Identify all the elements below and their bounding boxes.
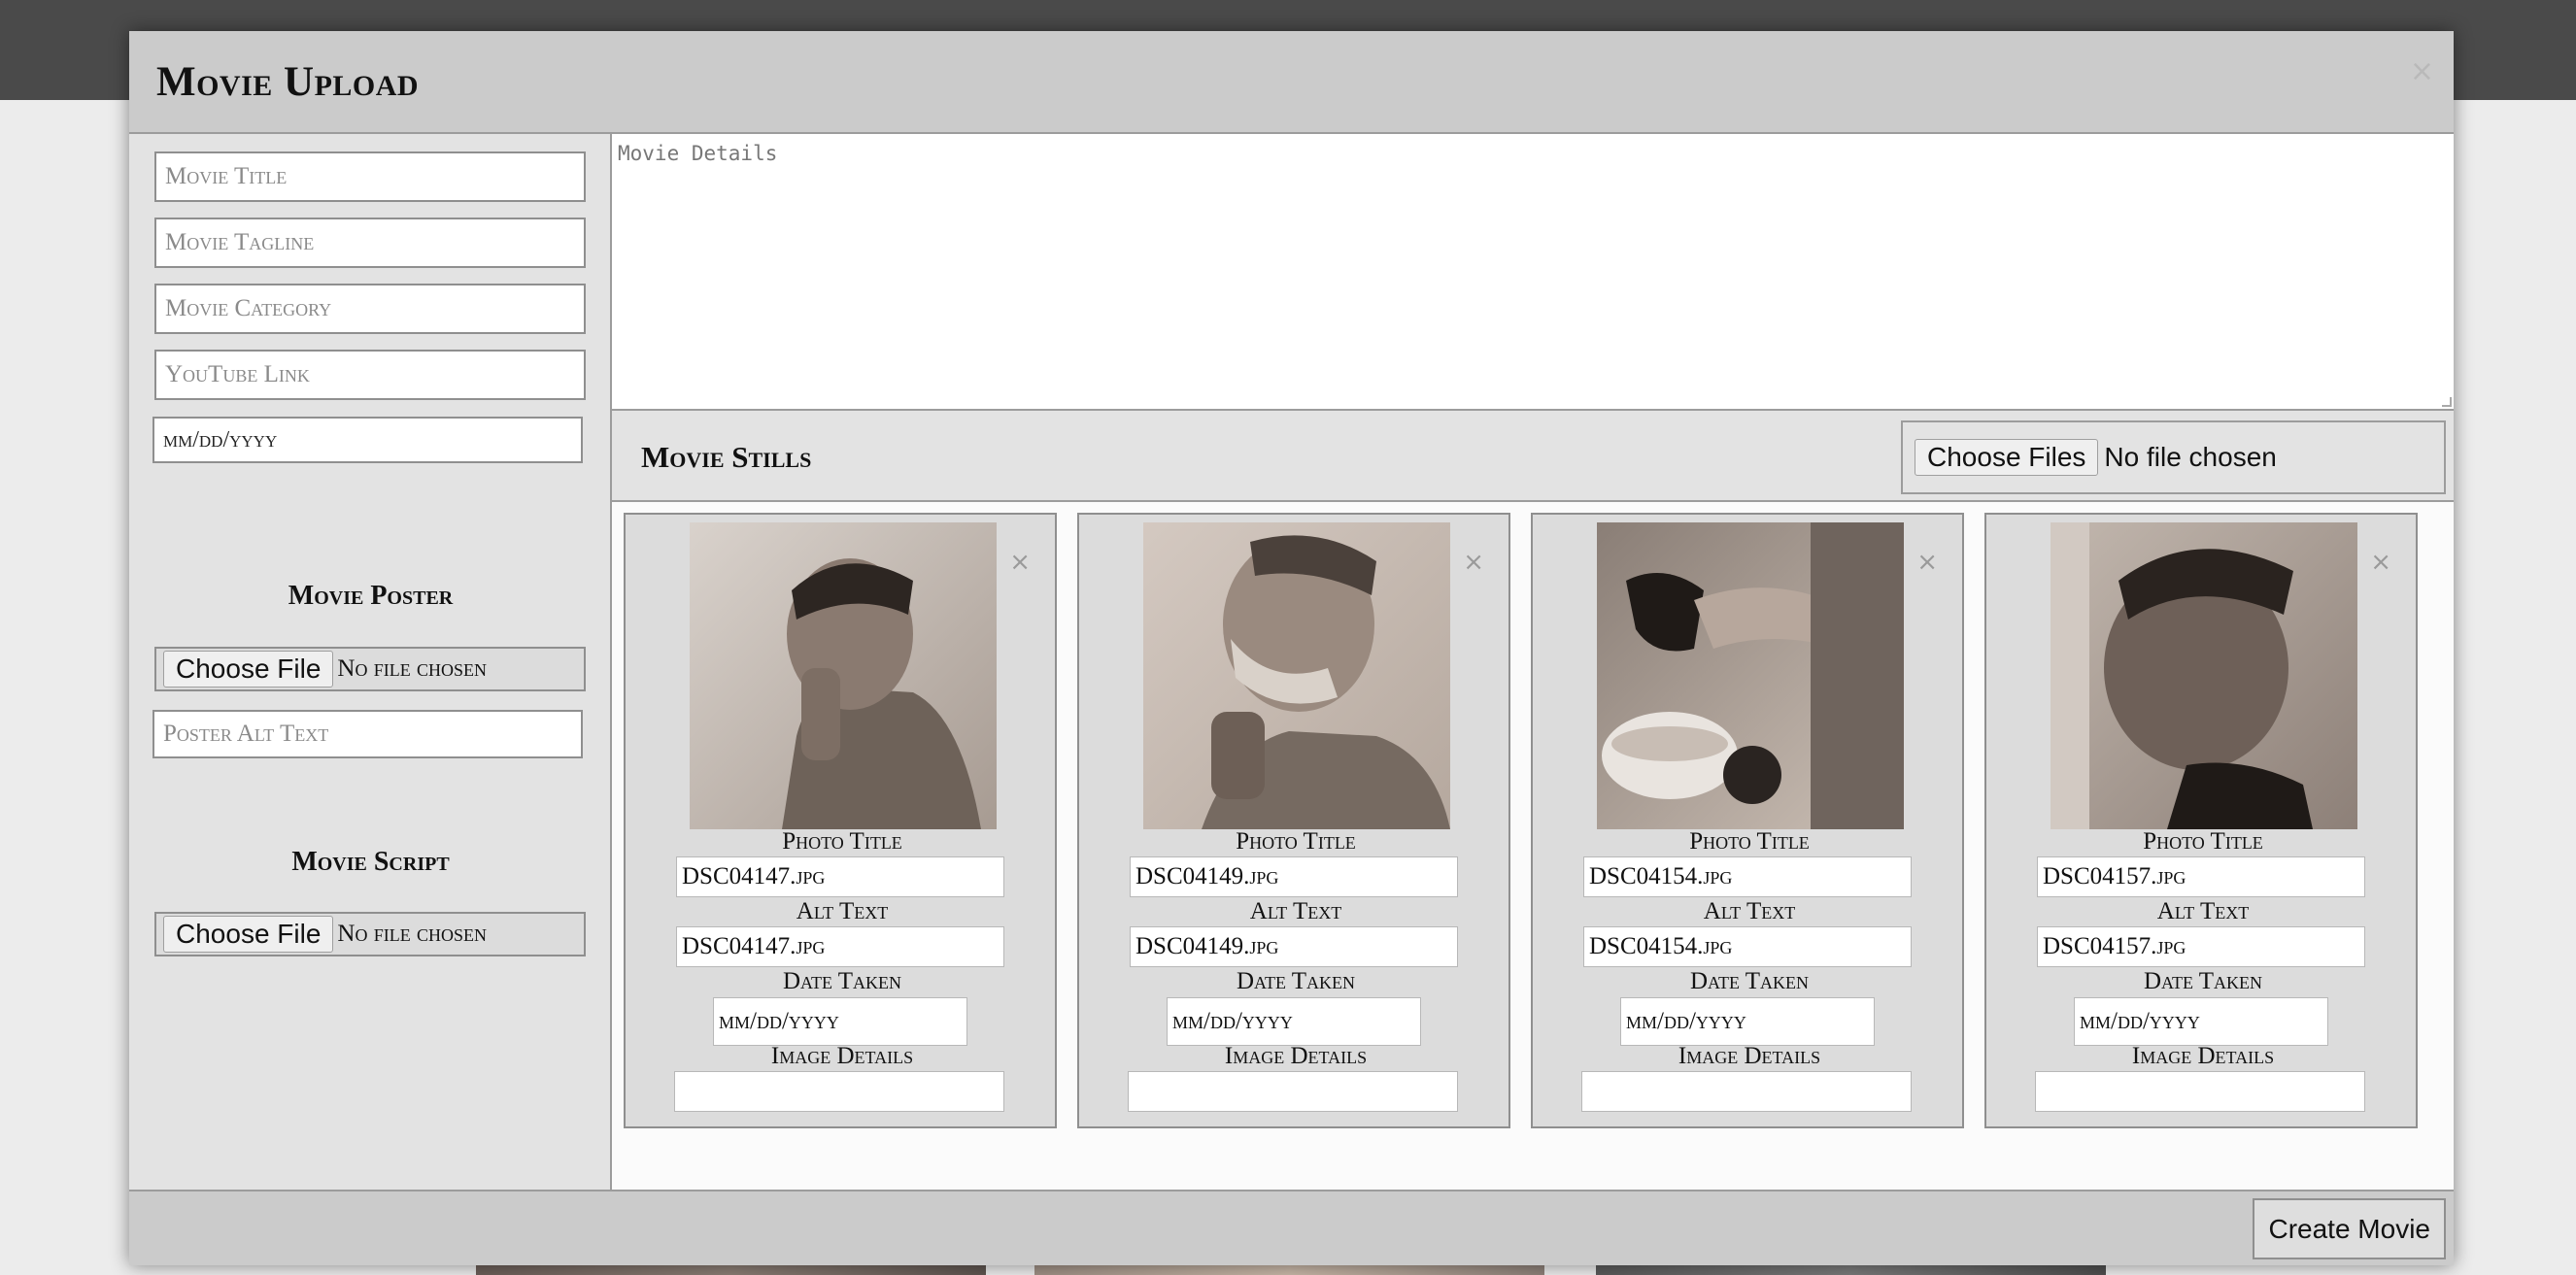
alt-text-label: Alt Text — [1703, 898, 1796, 924]
date-taken-label: Date Taken — [1689, 968, 1810, 994]
movie-stills-header: Movie Stills Choose Files No file chosen — [612, 411, 2454, 502]
image-details-label: Image Details — [2131, 1043, 2275, 1069]
alt-text-input[interactable]: DSC04154.jpg — [1583, 926, 1912, 967]
photo-title-input[interactable]: DSC04157.jpg — [2037, 856, 2365, 897]
alt-text-input[interactable]: DSC04149.jpg — [1130, 926, 1458, 967]
background-image-strip — [1034, 1264, 1544, 1275]
photo-icon — [1143, 522, 1450, 829]
photo-icon — [1597, 522, 1904, 829]
still-card: × Photo Title DSC04149.jpg Alt Text DSC0… — [1077, 513, 1510, 1128]
modal-footer: Create Movie — [129, 1190, 2454, 1265]
script-file-input[interactable]: Choose File No file chosen — [154, 912, 586, 956]
photo-icon — [2051, 522, 2357, 829]
movie-info-panel: Movie Title Movie Tagline Movie Category… — [129, 134, 612, 1190]
date-taken-label: Date Taken — [782, 968, 902, 994]
poster-alt-text-input[interactable]: Poster Alt Text — [153, 710, 583, 758]
script-file-status: No file chosen — [337, 921, 487, 947]
release-date-input[interactable]: mm/dd/yyyy — [153, 417, 583, 463]
image-details-label: Image Details — [770, 1043, 914, 1069]
movie-stills-title: Movie Stills — [641, 440, 812, 474]
background-image-strip — [1596, 1264, 2106, 1275]
stills-choose-files-button[interactable]: Choose Files — [1915, 439, 2099, 476]
date-taken-label: Date Taken — [2143, 968, 2263, 994]
alt-text-input[interactable]: DSC04147.jpg — [676, 926, 1004, 967]
movie-poster-label: Movie Poster — [288, 581, 454, 611]
image-details-input[interactable] — [2035, 1071, 2365, 1112]
movie-tagline-input[interactable]: Movie Tagline — [154, 218, 586, 268]
date-taken-label: Date Taken — [1236, 968, 1356, 994]
still-card: × Photo Title DSC04154.jpg Alt Text DSC0… — [1531, 513, 1964, 1128]
modal-header: Movie Upload × — [129, 31, 2454, 134]
movie-details-placeholder: Movie Details — [618, 142, 778, 165]
alt-text-input[interactable]: DSC04157.jpg — [2037, 926, 2365, 967]
photo-title-label: Photo Title — [1236, 828, 1356, 855]
movie-title-input[interactable]: Movie Title — [154, 151, 586, 202]
remove-still-icon[interactable]: × — [1463, 548, 1484, 577]
close-icon[interactable]: × — [2410, 54, 2434, 88]
photo-icon — [690, 522, 997, 829]
photo-title-input[interactable]: DSC04154.jpg — [1583, 856, 1912, 897]
still-card: × Photo Title DSC04147.jpg Alt Text DSC0… — [624, 513, 1057, 1128]
background-image-strip — [476, 1264, 986, 1275]
poster-file-status: No file chosen — [337, 655, 487, 682]
image-details-label: Image Details — [1678, 1043, 1821, 1069]
movie-upload-modal: Movie Upload × Movie Title Movie Tagline… — [129, 31, 2454, 1265]
script-choose-file-button[interactable]: Choose File — [163, 916, 334, 953]
alt-text-label: Alt Text — [2156, 898, 2250, 924]
image-details-label: Image Details — [1224, 1043, 1368, 1069]
photo-title-input[interactable]: DSC04147.jpg — [676, 856, 1004, 897]
resize-handle-icon[interactable] — [2442, 397, 2452, 407]
stills-file-status: No file chosen — [2104, 442, 2277, 472]
modal-title: Movie Upload — [156, 59, 420, 105]
photo-title-input[interactable]: DSC04149.jpg — [1130, 856, 1458, 897]
movie-script-label: Movie Script — [291, 847, 450, 877]
alt-text-label: Alt Text — [796, 898, 889, 924]
image-details-input[interactable] — [1128, 1071, 1458, 1112]
photo-title-label: Photo Title — [782, 828, 902, 855]
create-movie-button[interactable]: Create Movie — [2253, 1198, 2446, 1259]
still-card: × Photo Title DSC04157.jpg Alt Text DSC0… — [1984, 513, 2418, 1128]
poster-choose-file-button[interactable]: Choose File — [163, 651, 334, 688]
remove-still-icon[interactable]: × — [1916, 548, 1938, 577]
movie-details-textarea[interactable]: Movie Details — [612, 134, 2454, 411]
photo-title-label: Photo Title — [2143, 828, 2263, 855]
photo-title-label: Photo Title — [1689, 828, 1810, 855]
poster-file-input[interactable]: Choose File No file chosen — [154, 647, 586, 691]
image-details-input[interactable] — [1581, 1071, 1912, 1112]
image-details-input[interactable] — [674, 1071, 1004, 1112]
movie-category-input[interactable]: Movie Category — [154, 284, 586, 334]
date-taken-input[interactable]: mm/dd/yyyy — [713, 997, 967, 1046]
stills-file-input[interactable]: Choose Files No file chosen — [1901, 420, 2446, 494]
remove-still-icon[interactable]: × — [1009, 548, 1031, 577]
remove-still-icon[interactable]: × — [2370, 548, 2391, 577]
youtube-link-input[interactable]: YouTube Link — [154, 350, 586, 400]
alt-text-label: Alt Text — [1249, 898, 1342, 924]
date-taken-input[interactable]: mm/dd/yyyy — [1167, 997, 1421, 1046]
date-taken-input[interactable]: mm/dd/yyyy — [2074, 997, 2328, 1046]
date-taken-input[interactable]: mm/dd/yyyy — [1620, 997, 1875, 1046]
